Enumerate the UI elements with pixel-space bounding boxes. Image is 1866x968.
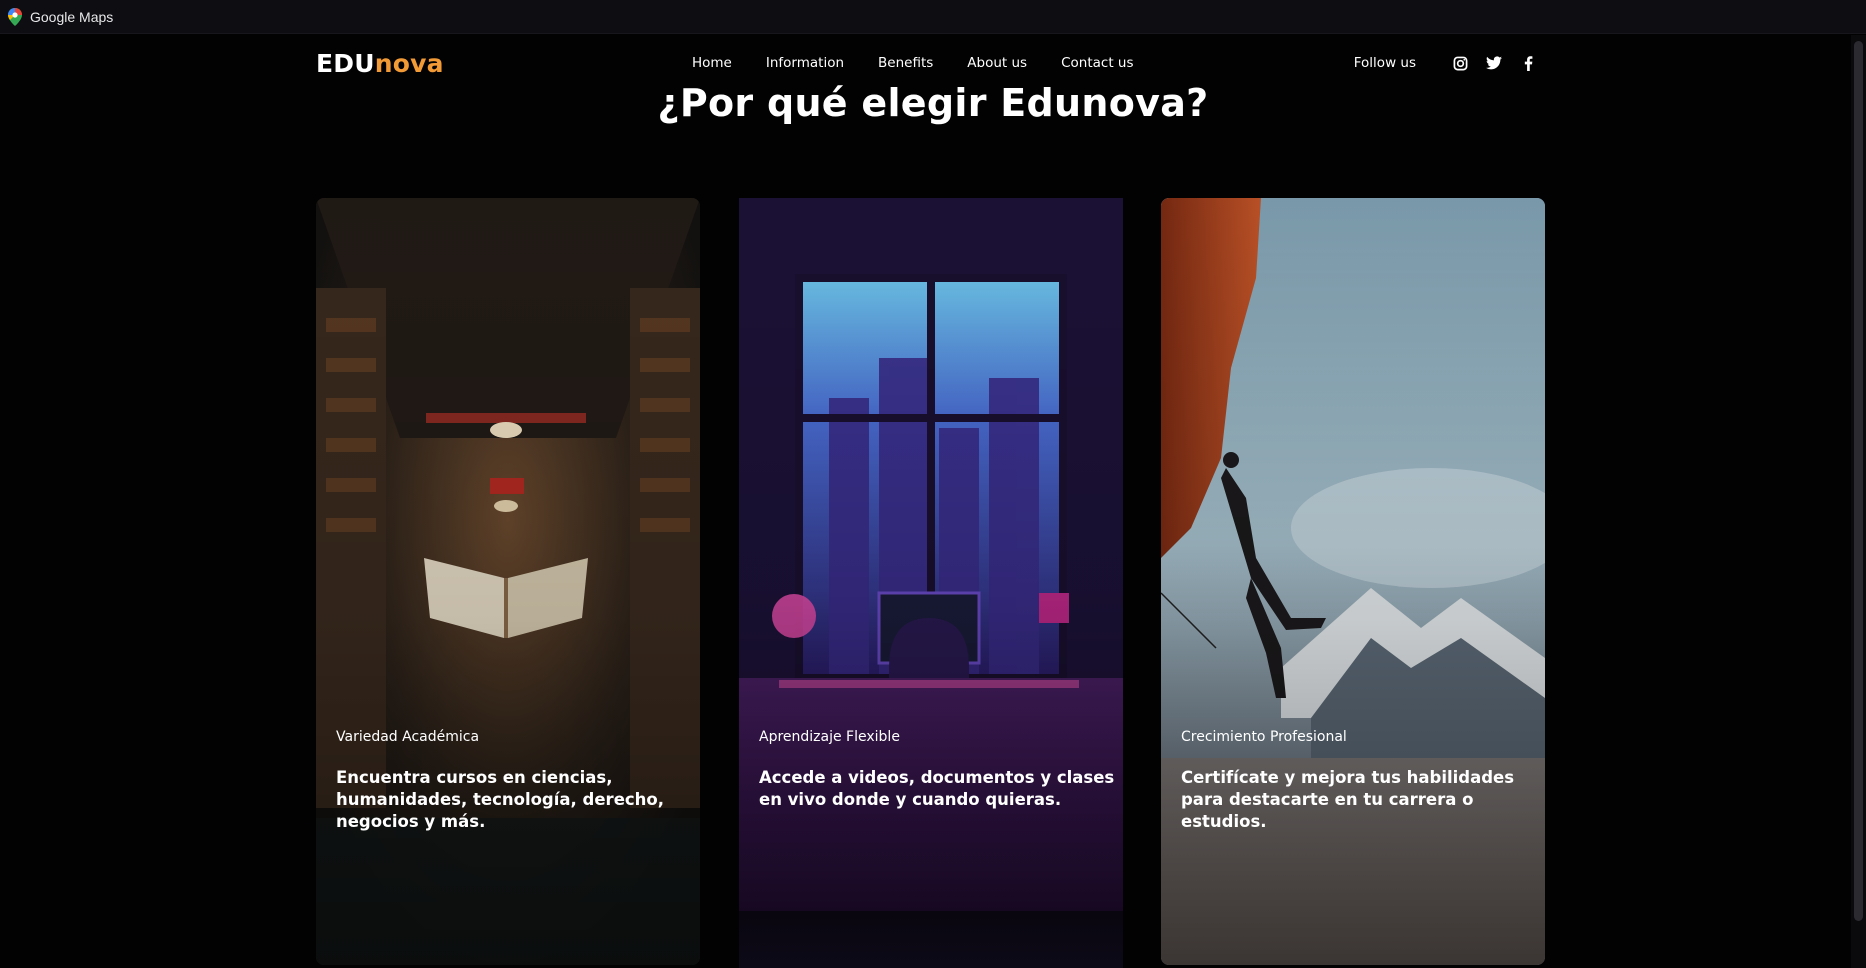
card-category: Aprendizaje Flexible xyxy=(759,729,900,745)
card-category: Variedad Académica xyxy=(336,729,480,745)
follow-us-label: Follow us xyxy=(1353,55,1416,71)
nav-link-about-us[interactable]: About us xyxy=(967,55,1027,71)
card-description: Certifícate y mejora tus habilidades par… xyxy=(1181,768,1515,831)
nav-links: Home Information Benefits About us Conta… xyxy=(692,43,1168,83)
instagram-icon[interactable] xyxy=(1452,55,1468,71)
card-overlay xyxy=(316,198,700,965)
page: EDUnova Home Information Benefits About … xyxy=(0,35,1866,968)
section-title: ¿Por qué elegir Edunova? xyxy=(657,81,1209,125)
card-flexible-learning[interactable]: Aprendizaje Flexible Accede a videos, do… xyxy=(739,198,1123,911)
card-category: Crecimiento Profesional xyxy=(1181,729,1347,745)
card-description: Encuentra cursos en ciencias, humanidade… xyxy=(336,768,665,831)
window-title-bar: Google Maps xyxy=(0,0,1866,34)
logo-part-nova: nova xyxy=(374,48,444,78)
card-overlay xyxy=(1161,198,1545,965)
nav-link-information[interactable]: Information xyxy=(766,55,844,71)
card-description: Accede a videos, documentos y clases en … xyxy=(759,768,1115,809)
logo-part-edu: EDU xyxy=(316,48,375,78)
scrollbar[interactable] xyxy=(1851,35,1866,968)
social-links: Follow us xyxy=(1354,43,1536,83)
app-title: Google Maps xyxy=(30,8,114,25)
map-pin-icon xyxy=(8,7,22,26)
nav-link-home[interactable]: Home xyxy=(692,55,732,71)
card-shadow-strip xyxy=(739,911,1123,968)
logo[interactable]: EDUnova xyxy=(316,49,444,78)
scrollbar-thumb[interactable] xyxy=(1854,41,1863,921)
facebook-icon[interactable] xyxy=(1520,55,1536,71)
card-professional-growth[interactable]: Crecimiento Profesional Certifícate y me… xyxy=(1161,198,1545,965)
twitter-icon[interactable] xyxy=(1486,55,1502,71)
navbar: EDUnova Home Information Benefits About … xyxy=(316,43,1536,83)
nav-link-benefits[interactable]: Benefits xyxy=(878,55,933,71)
nav-link-contact-us[interactable]: Contact us xyxy=(1061,55,1133,71)
card-academic-variety[interactable]: Variedad Académica Encuentra cursos en c… xyxy=(316,198,700,965)
